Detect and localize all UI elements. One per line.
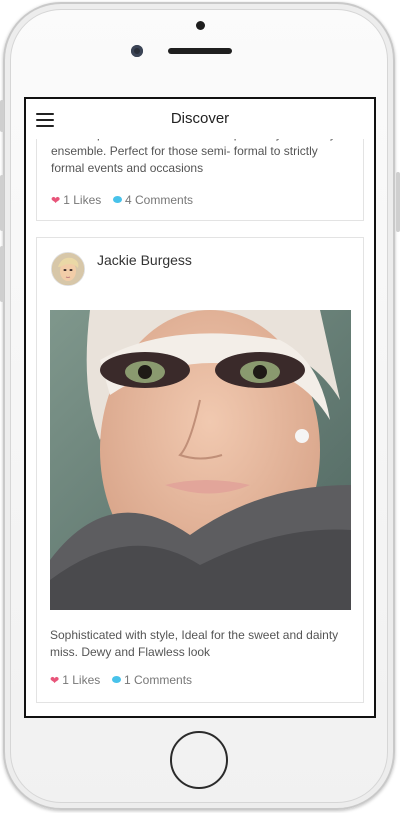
comments-count[interactable]: 1 Comments bbox=[112, 673, 192, 687]
front-camera bbox=[131, 45, 143, 57]
post-text: Sophisticated with style, Ideal for the … bbox=[50, 628, 339, 659]
avatar-image bbox=[52, 253, 84, 285]
volume-down-button bbox=[0, 246, 4, 302]
likes-label: 1 Likes bbox=[62, 673, 101, 687]
post-card: Jackie Burgess Sophisticated with style,… bbox=[36, 237, 364, 703]
comments-label: 4 Comments bbox=[125, 193, 194, 207]
avatar[interactable] bbox=[51, 252, 85, 286]
sensor-dot bbox=[196, 21, 205, 30]
comments-label: 1 Comments bbox=[124, 673, 193, 687]
likes-count[interactable]: ❤ 1 Likes bbox=[50, 673, 100, 687]
app-screen: Achieve perfection that would compliment… bbox=[24, 97, 376, 718]
post-author[interactable]: Jackie Burgess bbox=[97, 252, 192, 268]
post-text: ensemble. Perfect for those semi- formal… bbox=[51, 144, 318, 175]
comments-count[interactable]: 4 Comments bbox=[113, 193, 193, 207]
volume-up-button bbox=[0, 175, 4, 231]
comment-bubble-icon bbox=[113, 196, 122, 204]
likes-count[interactable]: ❤ 1 Likes bbox=[51, 193, 101, 207]
post-image bbox=[50, 310, 351, 610]
page-title: Discover bbox=[170, 110, 230, 127]
comment-bubble-icon bbox=[112, 676, 121, 684]
post-photo[interactable] bbox=[50, 310, 351, 610]
mute-switch bbox=[0, 100, 4, 132]
likes-label: 1 Likes bbox=[63, 193, 102, 207]
feed[interactable]: Achieve perfection that would compliment… bbox=[26, 99, 374, 716]
top-bar: Discover bbox=[26, 99, 374, 139]
power-button bbox=[396, 172, 400, 232]
home-button[interactable] bbox=[170, 731, 228, 789]
heart-icon: ❤ bbox=[50, 675, 60, 687]
earpiece-speaker bbox=[168, 48, 232, 54]
heart-icon: ❤ bbox=[51, 195, 61, 207]
